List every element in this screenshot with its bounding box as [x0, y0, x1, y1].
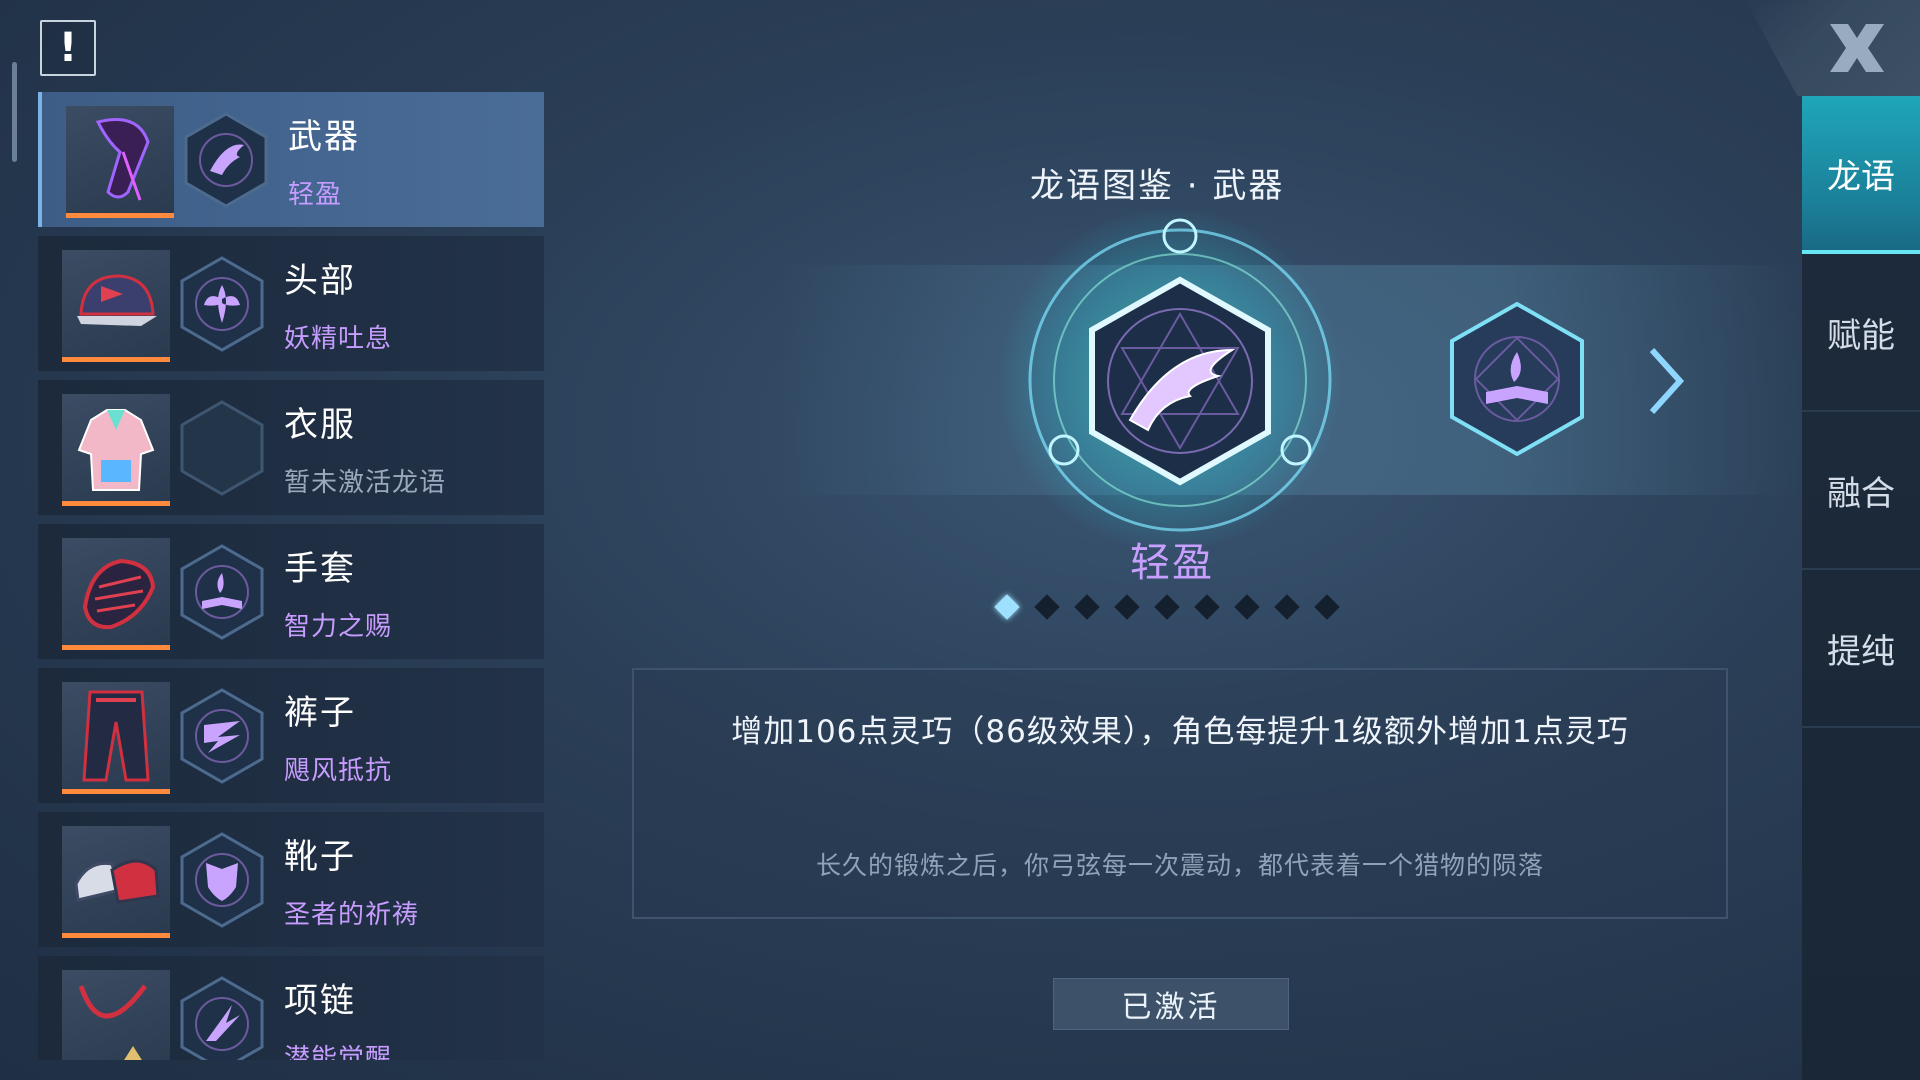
close-icon[interactable]: [1824, 20, 1890, 76]
equipment-item-pants[interactable]: 裤子 飓风抵抗: [38, 668, 544, 803]
weapon-icon: [66, 105, 174, 218]
dragon-word-screen: ! 武器 轻盈 头部 妖精吐息 衣服 暂未激活龙语 手套 智力之赐 裤子 飓风抵…: [0, 0, 1920, 1080]
claw-rune-icon: [178, 975, 266, 1060]
equipment-bar: [62, 500, 170, 506]
equipment-slot-label: 衣服: [284, 404, 356, 445]
equipment-item-boots[interactable]: 靴子 圣者的祈祷: [38, 812, 544, 947]
page-dot[interactable]: [1074, 594, 1100, 620]
side-tabs: 龙语 赋能 融合 提纯: [1802, 96, 1920, 1080]
equipment-bar: [62, 788, 170, 794]
codex-title: 龙语图鉴 · 武器: [1030, 166, 1285, 206]
necklace-icon: [62, 969, 170, 1060]
equipment-slot-label: 裤子: [284, 692, 356, 733]
equipment-rune-label: 智力之赐: [284, 611, 393, 642]
equipment-rune-label: 潜能觉醒: [284, 1043, 393, 1061]
page-dot[interactable]: [1154, 594, 1180, 620]
book-emblem-icon[interactable]: [1448, 300, 1586, 458]
glove-icon: [62, 537, 170, 650]
equipment-slot-label: 项链: [284, 980, 356, 1021]
equipment-bar: [62, 932, 170, 938]
page-dot[interactable]: [1114, 594, 1140, 620]
equipment-rune-label: 轻盈: [288, 179, 343, 210]
flavor-text: 长久的锻炼之后，你弓弦每一次震动，都代表着一个猎物的陨落: [815, 851, 1544, 880]
effect-text: 增加106点灵巧（86级效果），角色每提升1级额外增加1点灵巧: [731, 714, 1629, 750]
list-scrollbar[interactable]: [12, 62, 17, 162]
shield-rune-icon: [178, 831, 266, 929]
page-dot[interactable]: [1274, 594, 1300, 620]
fairy-rune-icon: [178, 255, 266, 353]
equipment-item-necklace[interactable]: 项链 潜能觉醒: [38, 956, 544, 1060]
chevron-right-icon[interactable]: [1646, 346, 1686, 416]
page-dot[interactable]: [1194, 594, 1220, 620]
page-dot[interactable]: [1234, 594, 1260, 620]
equipment-rune-label: 暂未激活龙语: [284, 467, 447, 498]
page-dots: [994, 594, 1340, 620]
equipment-item-weapon[interactable]: 武器 轻盈: [38, 92, 544, 227]
wing-rune-icon: [182, 111, 270, 209]
tab-fusion[interactable]: 融合: [1802, 412, 1920, 570]
equipment-slot-label: 靴子: [284, 836, 356, 877]
equipment-bar: [62, 356, 170, 362]
equipment-bar: [66, 212, 174, 218]
wing-emblem-icon[interactable]: [1020, 210, 1340, 550]
equipment-item-clothes[interactable]: 衣服 暂未激活龙语: [38, 380, 544, 515]
equipment-rune-label: 飓风抵抗: [284, 755, 393, 786]
equipment-item-head[interactable]: 头部 妖精吐息: [38, 236, 544, 371]
equipment-rune-label: 圣者的祈祷: [284, 899, 420, 930]
cap-icon: [62, 249, 170, 362]
activated-button[interactable]: 已激活: [1053, 978, 1289, 1030]
page-dot[interactable]: [994, 594, 1020, 620]
boots-icon: [62, 825, 170, 938]
equipment-slot-label: 手套: [284, 548, 356, 589]
book-rune-icon: [178, 543, 266, 641]
pants-icon: [62, 681, 170, 794]
page-dot[interactable]: [1034, 594, 1060, 620]
equipment-slot-label: 武器: [288, 116, 360, 157]
exclamation-icon[interactable]: !: [40, 20, 96, 76]
tab-empower[interactable]: 赋能: [1802, 254, 1920, 412]
description-box: 增加106点灵巧（86级效果），角色每提升1级额外增加1点灵巧 长久的锻炼之后，…: [632, 668, 1728, 919]
equipment-list: 武器 轻盈 头部 妖精吐息 衣服 暂未激活龙语 手套 智力之赐 裤子 飓风抵抗 …: [38, 92, 544, 1060]
equipment-rune-label: 妖精吐息: [284, 323, 393, 354]
tab-dragon-word[interactable]: 龙语: [1802, 96, 1920, 254]
equipment-bar: [62, 644, 170, 650]
page-dot[interactable]: [1314, 594, 1340, 620]
tab-purify[interactable]: 提纯: [1802, 570, 1920, 728]
empty-rune-icon: [178, 399, 266, 497]
equipment-slot-label: 头部: [284, 260, 356, 301]
jacket-icon: [62, 393, 170, 506]
equipment-item-gloves[interactable]: 手套 智力之赐: [38, 524, 544, 659]
emblem-name: 轻盈: [1130, 540, 1214, 586]
storm-rune-icon: [178, 687, 266, 785]
